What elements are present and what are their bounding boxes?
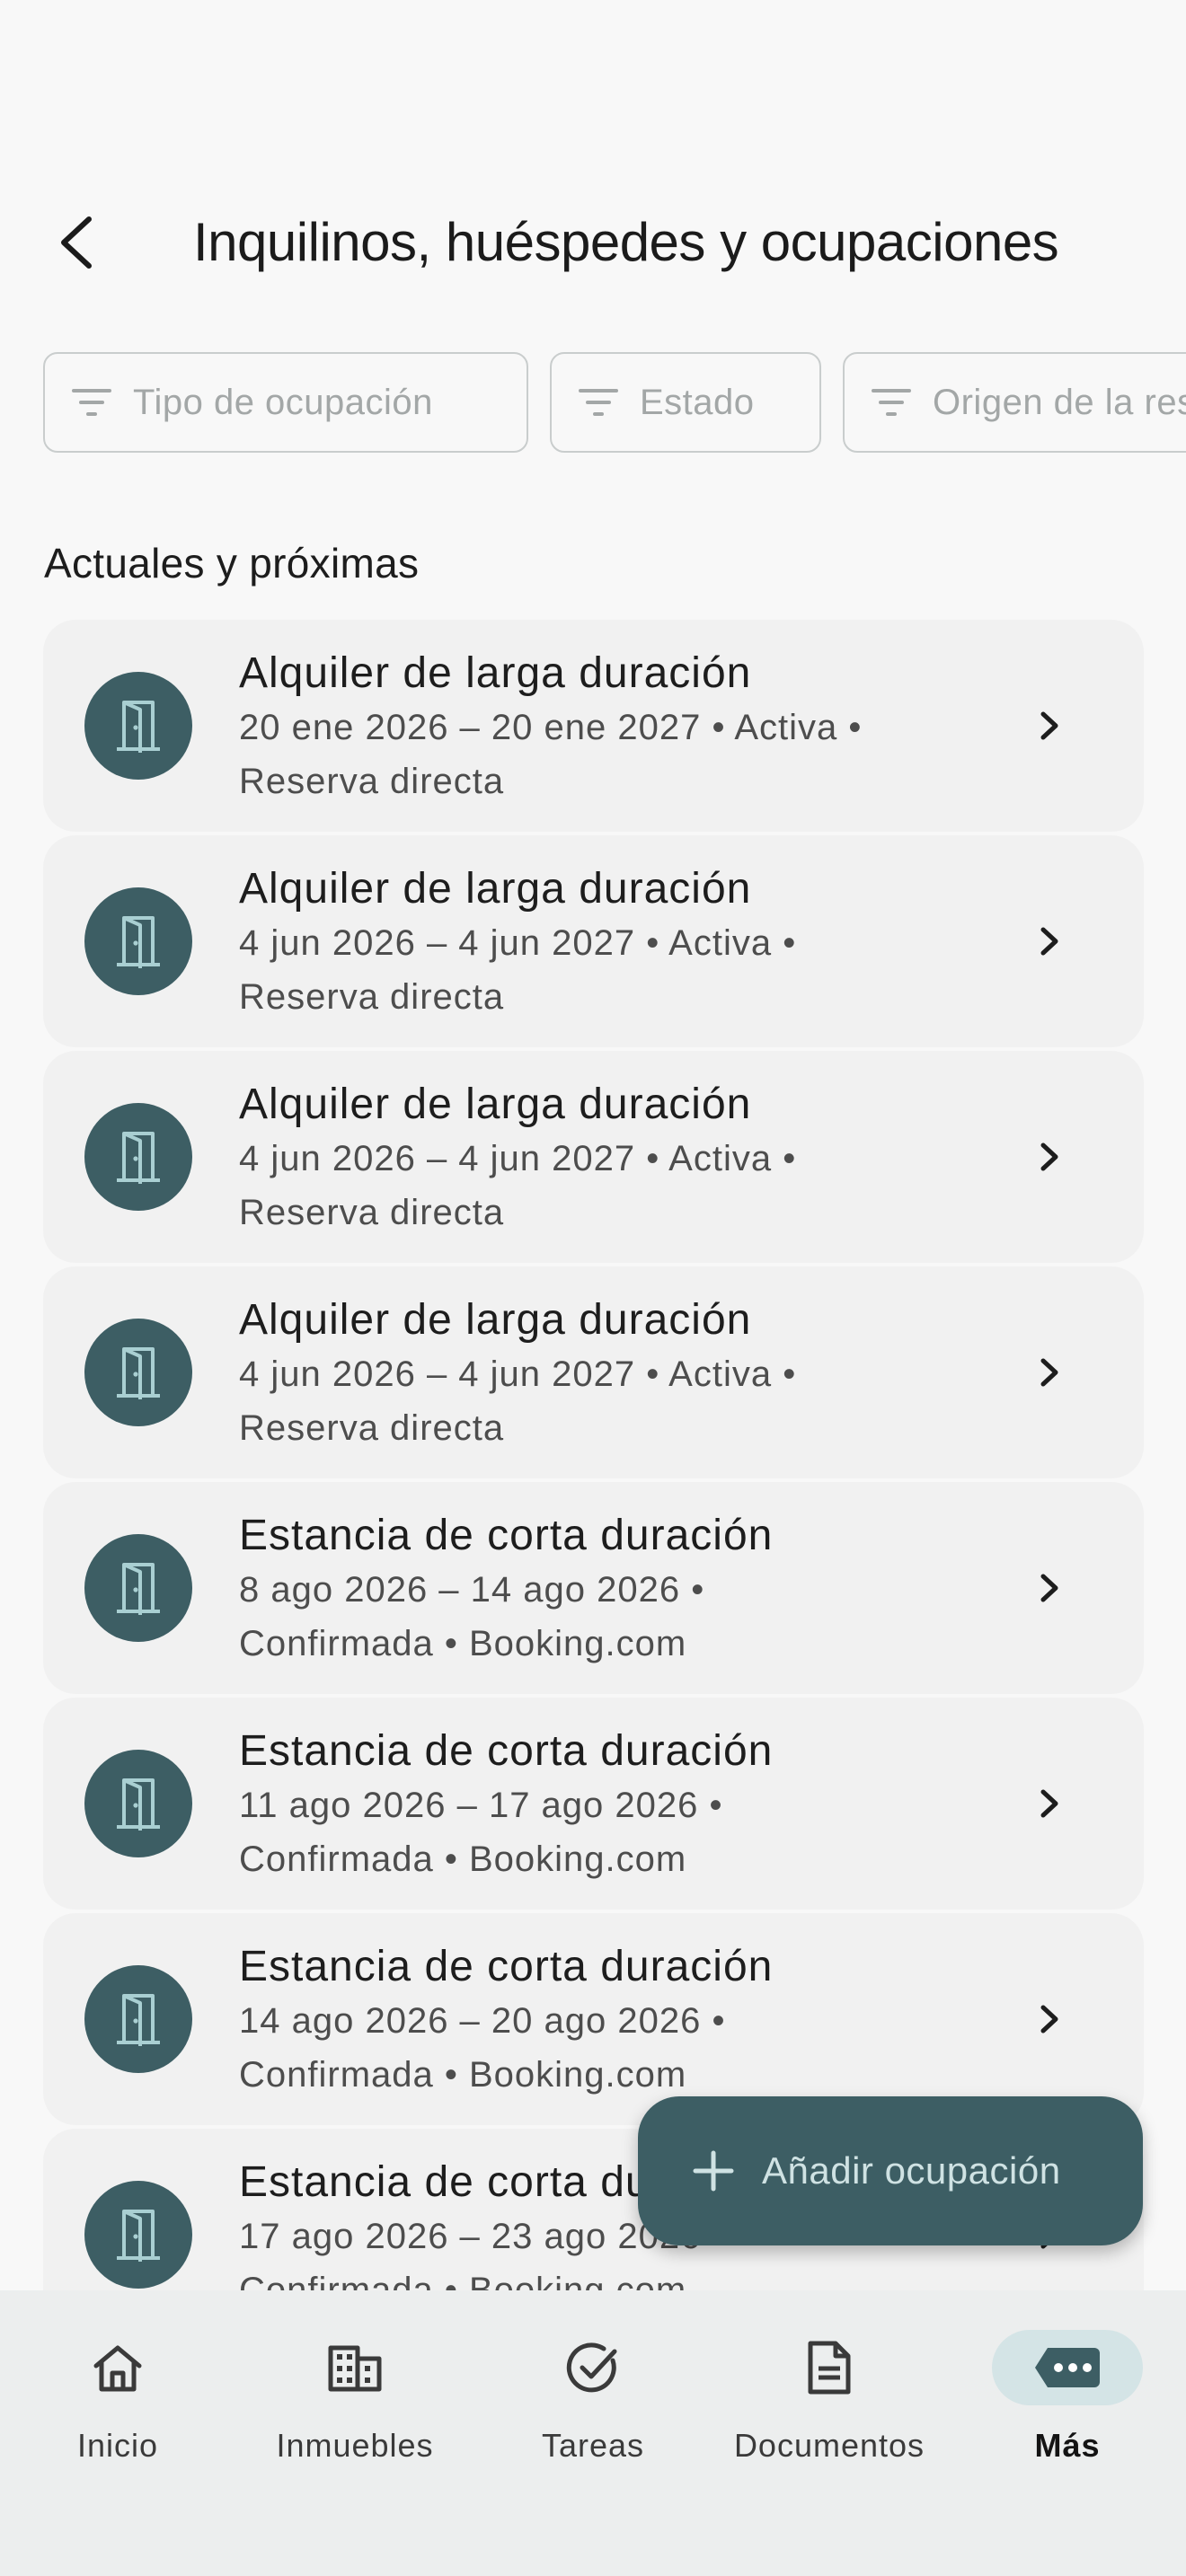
door-icon	[117, 916, 160, 968]
occupancy-list-item[interactable]: Estancia de corta duración 11 ago 2026 –…	[43, 1698, 1144, 1910]
filter-chip-status[interactable]: Estado	[550, 352, 821, 453]
occupancy-avatar	[84, 1534, 192, 1642]
occupancy-avatar	[84, 1319, 192, 1426]
more-icon	[992, 2330, 1143, 2405]
home-icon	[42, 2330, 193, 2405]
chevron-right-icon	[1022, 699, 1076, 753]
door-icon	[117, 1132, 160, 1184]
item-source: Reserva directa	[239, 1193, 505, 1232]
check-circle-icon	[518, 2330, 668, 2405]
section-title: Actuales y próximas	[44, 540, 420, 587]
door-icon	[117, 701, 160, 753]
top-app-bar: Inquilinos, huéspedes y ocupaciones	[0, 180, 1186, 305]
item-title: Alquiler de larga duración	[239, 865, 752, 913]
filter-chip-label: Origen de la reserva	[933, 382, 1186, 422]
item-title: Alquiler de larga duración	[239, 1081, 752, 1128]
nav-item-documentos[interactable]: Documentos	[721, 2330, 937, 2510]
nav-item-tareas[interactable]: Tareas	[485, 2330, 701, 2510]
building-icon	[279, 2330, 430, 2405]
occupancy-avatar	[84, 1103, 192, 1211]
item-title: Estancia de corta duración	[239, 1512, 774, 1559]
occupancy-avatar	[84, 672, 192, 780]
nav-label: Tareas	[541, 2427, 645, 2464]
occupancy-avatar	[84, 1965, 192, 2073]
nav-label: Más	[1034, 2427, 1101, 2464]
item-dates-status: 4 jun 2026 – 4 jun 2027 • Activa •	[239, 1139, 797, 1178]
chevron-right-icon	[1022, 1561, 1076, 1615]
item-source: Confirmada • Booking.com	[239, 1839, 687, 1879]
back-button[interactable]	[36, 207, 117, 278]
item-dates-status: 8 ago 2026 – 14 ago 2026 •	[239, 1570, 705, 1610]
plus-icon	[690, 2148, 737, 2194]
item-source: Reserva directa	[239, 977, 505, 1017]
item-title: Estancia de corta duración	[239, 1727, 774, 1775]
item-source: Confirmada • Booking.com	[239, 2271, 687, 2290]
occupancy-list-item[interactable]: Alquiler de larga duración 4 jun 2026 – …	[43, 1051, 1144, 1263]
item-dates-status: 4 jun 2026 – 4 jun 2027 • Activa •	[239, 1354, 797, 1394]
item-dates-status: 4 jun 2026 – 4 jun 2027 • Activa •	[239, 923, 797, 963]
item-source: Confirmada • Booking.com	[239, 2055, 687, 2095]
occupancy-list-item[interactable]: Alquiler de larga duración 20 ene 2026 –…	[43, 620, 1144, 832]
nav-label: Inicio	[76, 2427, 159, 2464]
chevron-right-icon	[1022, 1992, 1076, 2046]
item-source: Reserva directa	[239, 1408, 505, 1448]
item-source: Confirmada • Booking.com	[239, 1624, 687, 1663]
nav-item-mas[interactable]: Más	[960, 2330, 1175, 2510]
occupancy-list-item[interactable]: Alquiler de larga duración 4 jun 2026 – …	[43, 835, 1144, 1047]
document-icon	[754, 2330, 905, 2405]
filter-icon	[72, 389, 111, 416]
occupancy-list-item[interactable]: Alquiler de larga duración 4 jun 2026 – …	[43, 1266, 1144, 1478]
door-icon	[117, 1778, 160, 1831]
chevron-right-icon	[1022, 1130, 1076, 1184]
item-title: Estancia de corta duración	[239, 1943, 774, 1990]
nav-label: Documentos	[733, 2427, 925, 2464]
filter-chip-occupancy-type[interactable]: Tipo de ocupación	[43, 352, 528, 453]
nav-item-inicio[interactable]: Inicio	[10, 2330, 226, 2510]
nav-label: Inmuebles	[276, 2427, 434, 2464]
occupancy-avatar	[84, 887, 192, 995]
arrow-back-icon	[61, 216, 92, 269]
door-icon	[117, 1347, 160, 1399]
filter-chip-label: Estado	[640, 382, 755, 422]
occupancy-list-item[interactable]: Estancia de corta duración 14 ago 2026 –…	[43, 1913, 1144, 2125]
item-dates-status: 11 ago 2026 – 17 ago 2026 •	[239, 1786, 723, 1825]
door-icon	[117, 1563, 160, 1615]
door-icon	[117, 1994, 160, 2046]
nav-item-inmuebles[interactable]: Inmuebles	[247, 2330, 463, 2510]
page-title: Inquilinos, huéspedes y ocupaciones	[193, 212, 1059, 272]
filter-icon	[872, 389, 911, 416]
item-source: Reserva directa	[239, 762, 505, 801]
bottom-navigation: Inicio Inmuebles Tareas Documentos Más	[0, 2290, 1186, 2576]
chevron-right-icon	[1022, 1777, 1076, 1831]
occupancy-list-item[interactable]: Estancia de corta duración 8 ago 2026 – …	[43, 1482, 1144, 1694]
occupancy-list: Alquiler de larga duración 20 ene 2026 –…	[43, 620, 1144, 2290]
item-dates-status: 14 ago 2026 – 20 ago 2026 •	[239, 2001, 726, 2041]
filter-chips: Tipo de ocupación Estado Origen de la re…	[43, 352, 1186, 456]
add-occupancy-button[interactable]: Añadir ocupación	[638, 2096, 1143, 2245]
filter-chip-label: Tipo de ocupación	[133, 382, 433, 422]
item-title: Alquiler de larga duración	[239, 649, 752, 697]
occupancy-avatar	[84, 1750, 192, 1857]
add-occupancy-label: Añadir ocupación	[762, 2149, 1061, 2192]
chevron-right-icon	[1022, 914, 1076, 968]
chevron-right-icon	[1022, 1345, 1076, 1399]
occupancy-avatar	[84, 2181, 192, 2289]
filter-chip-booking-source[interactable]: Origen de la reserva	[843, 352, 1186, 453]
filter-icon	[579, 389, 618, 416]
door-icon	[117, 2210, 160, 2262]
item-dates-status: 20 ene 2026 – 20 ene 2027 • Activa •	[239, 708, 863, 747]
item-title: Alquiler de larga duración	[239, 1296, 752, 1344]
